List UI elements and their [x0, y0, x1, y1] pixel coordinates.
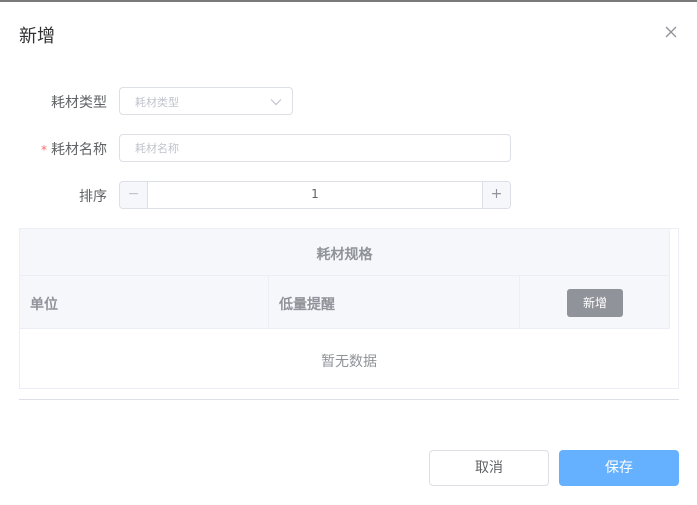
material-name-label: * 耗材名称 [41, 142, 107, 158]
chevron-down-icon [270, 99, 282, 106]
material-type-label: 耗材类型 [51, 95, 107, 111]
increase-button[interactable]: + [482, 182, 510, 208]
sort-stepper[interactable]: − 1 + [119, 181, 511, 209]
table-title-row: 耗材规格 [20, 229, 670, 276]
material-name-input[interactable] [119, 134, 511, 162]
column-header-low-alert: 低量提醒 [269, 276, 520, 328]
table-title: 耗材规格 [316, 247, 373, 263]
sort-label: 排序 [79, 189, 107, 205]
add-spec-button[interactable]: 新增 [567, 289, 623, 317]
spec-table: 耗材规格 单位 低量提醒 新增 暂无数据 [19, 228, 679, 389]
empty-text: 暂无数据 [321, 354, 377, 370]
top-border [0, 0, 697, 2]
required-mark: * [41, 143, 47, 157]
sort-value[interactable]: 1 [148, 187, 482, 201]
save-button[interactable]: 保存 [559, 450, 679, 486]
close-icon[interactable] [662, 23, 680, 41]
cancel-button[interactable]: 取消 [429, 450, 549, 486]
decrease-button[interactable]: − [120, 182, 148, 208]
material-type-placeholder: 耗材类型 [135, 96, 179, 109]
material-type-select[interactable]: 耗材类型 [119, 87, 293, 115]
divider [19, 399, 679, 400]
column-header-unit: 单位 [20, 276, 269, 328]
table-header-row: 单位 低量提醒 新增 [20, 276, 670, 329]
column-header-action: 新增 [520, 276, 670, 328]
dialog-title: 新增 [19, 26, 55, 47]
